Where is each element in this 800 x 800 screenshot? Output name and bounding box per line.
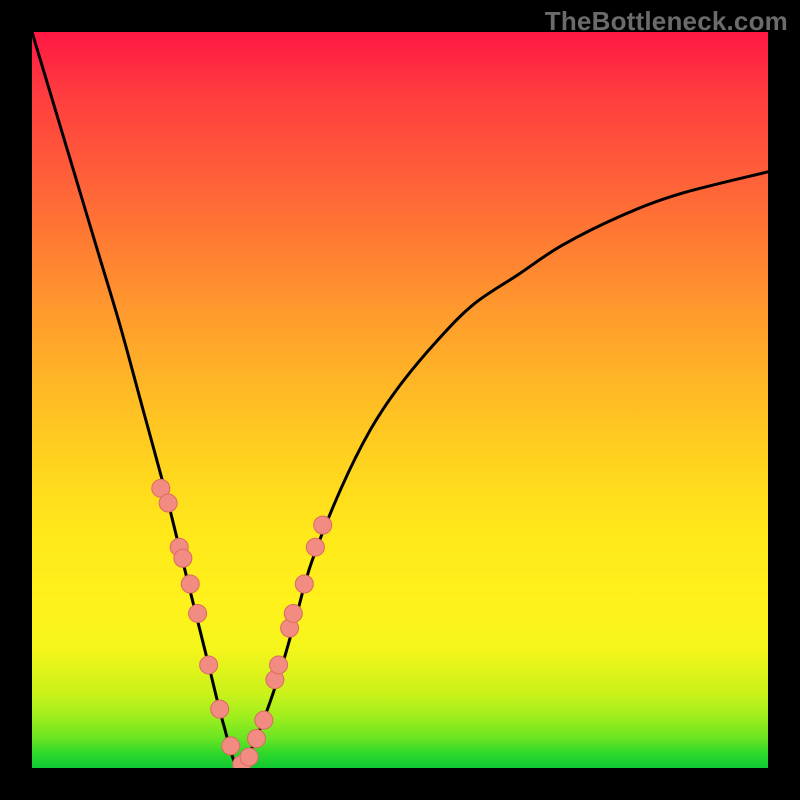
data-point [189, 604, 207, 622]
data-point [314, 516, 332, 534]
data-point [284, 604, 302, 622]
data-point [181, 575, 199, 593]
watermark-text: TheBottleneck.com [545, 6, 788, 37]
data-point [211, 700, 229, 718]
bottleneck-curve-path [32, 32, 768, 768]
data-point [159, 494, 177, 512]
data-point [270, 656, 288, 674]
data-point [255, 711, 273, 729]
data-point [240, 748, 258, 766]
chart-overlay [32, 32, 768, 768]
curve [32, 32, 768, 768]
data-point [306, 538, 324, 556]
data-point [200, 656, 218, 674]
data-point [174, 549, 192, 567]
data-points [152, 479, 332, 768]
chart-frame: TheBottleneck.com [0, 0, 800, 800]
data-point [247, 730, 265, 748]
data-point [295, 575, 313, 593]
data-point [222, 737, 240, 755]
